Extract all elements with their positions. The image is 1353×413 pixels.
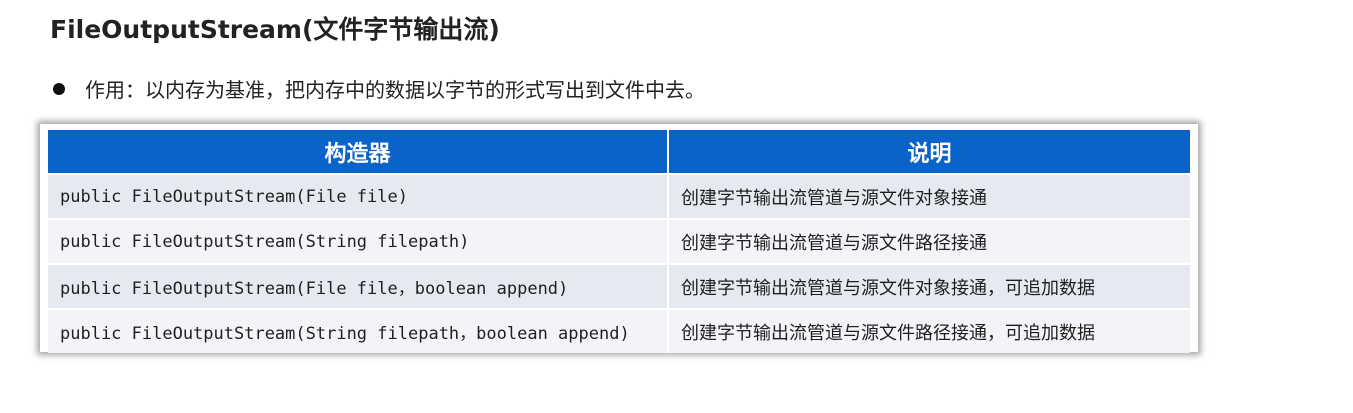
description-cell: 创建字节输出流管道与源文件对象接通，可追加数据	[668, 263, 1190, 309]
description-cell: 创建字节输出流管道与源文件路径接通	[668, 218, 1190, 264]
description-cell: 创建字节输出流管道与源文件对象接通	[668, 173, 1190, 219]
header-constructor: 构造器	[48, 130, 669, 174]
constructor-table: 构造器 说明 public FileOutputStream(File file…	[48, 130, 1190, 353]
description-cell: 创建字节输出流管道与源文件路径接通，可追加数据	[668, 308, 1190, 353]
table-row: public FileOutputStream(File file，boolea…	[48, 263, 1190, 309]
table-row: public FileOutputStream(String filepath)…	[48, 218, 1190, 264]
constructor-cell: public FileOutputStream(File file，boolea…	[48, 263, 669, 309]
table-header-row: 构造器 说明	[48, 130, 1190, 174]
purpose-bullet: 作用：以内存为基准，把内存中的数据以字节的形式写出到文件中去。	[50, 74, 705, 103]
purpose-text: 作用：以内存为基准，把内存中的数据以字节的形式写出到文件中去。	[85, 78, 705, 102]
constructor-cell: public FileOutputStream(String filepath)	[48, 218, 669, 264]
table-row: public FileOutputStream(File file) 创建字节输…	[48, 173, 1190, 219]
bullet-dot-icon	[53, 82, 65, 95]
page-title: FileOutputStream(文件字节输出流)	[50, 15, 500, 44]
constructor-cell: public FileOutputStream(String filepath，…	[48, 308, 669, 353]
table-row: public FileOutputStream(String filepath，…	[48, 308, 1190, 353]
constructor-cell: public FileOutputStream(File file)	[48, 173, 669, 219]
header-description: 说明	[668, 130, 1190, 174]
constructor-table-panel: 构造器 说明 public FileOutputStream(File file…	[40, 124, 1198, 353]
